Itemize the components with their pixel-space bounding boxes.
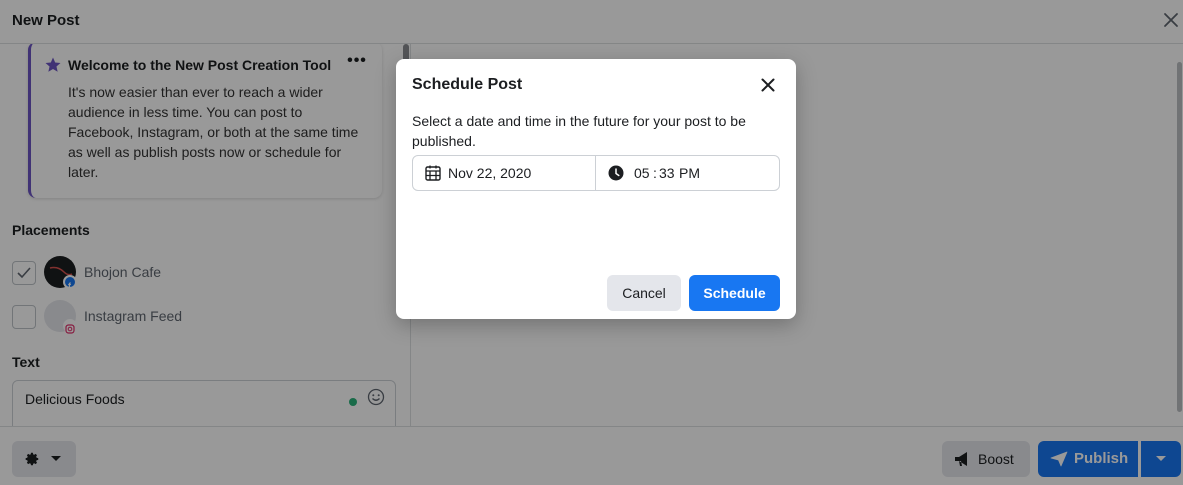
time-minute[interactable]: 33 (659, 165, 675, 181)
schedule-post-dialog: Schedule Post Select a date and time in … (396, 59, 796, 319)
date-value: Nov 22, 2020 (448, 165, 532, 181)
date-field[interactable]: Nov 22, 2020 (413, 156, 596, 190)
time-ampm[interactable]: PM (679, 165, 700, 181)
time-hour[interactable]: 05 (634, 165, 650, 181)
schedule-button[interactable]: Schedule (689, 275, 780, 311)
dialog-title: Schedule Post (412, 76, 523, 93)
datetime-picker: Nov 22, 2020 05 : 33 PM (412, 155, 780, 191)
time-separator: : (653, 165, 657, 181)
close-icon[interactable] (758, 75, 778, 95)
time-field[interactable]: 05 : 33 PM (597, 156, 779, 190)
cancel-button[interactable]: Cancel (607, 275, 681, 311)
dialog-description: Select a date and time in the future for… (412, 113, 746, 149)
calendar-icon (425, 165, 441, 181)
clock-icon (608, 165, 624, 181)
